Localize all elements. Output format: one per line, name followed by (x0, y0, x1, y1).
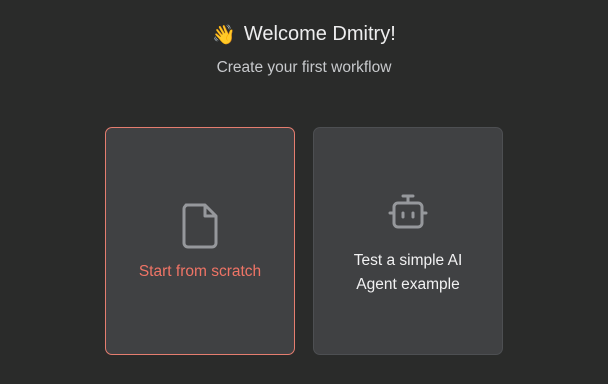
ai-agent-label-line1: Test a simple AI (353, 252, 463, 269)
start-from-scratch-card[interactable]: Start from scratch (105, 127, 295, 355)
welcome-title: Welcome Dmitry! (243, 23, 396, 45)
welcome-heading: 👋 Welcome Dmitry! (0, 20, 608, 50)
ai-agent-example-label: Test a simple AI Agent example (324, 249, 492, 297)
waving-hand-icon: 👋 (212, 25, 236, 46)
robot-icon (388, 192, 428, 235)
welcome-subtitle: Create your first workflow (216, 59, 392, 76)
ai-agent-label-line2: Agent example (356, 276, 460, 293)
file-icon (181, 203, 219, 254)
ai-agent-example-card[interactable]: Test a simple AI Agent example (313, 127, 503, 355)
welcome-page: 👋 Welcome Dmitry! Create your first workf… (0, 0, 608, 384)
start-from-scratch-label: Start from scratch (138, 263, 262, 280)
